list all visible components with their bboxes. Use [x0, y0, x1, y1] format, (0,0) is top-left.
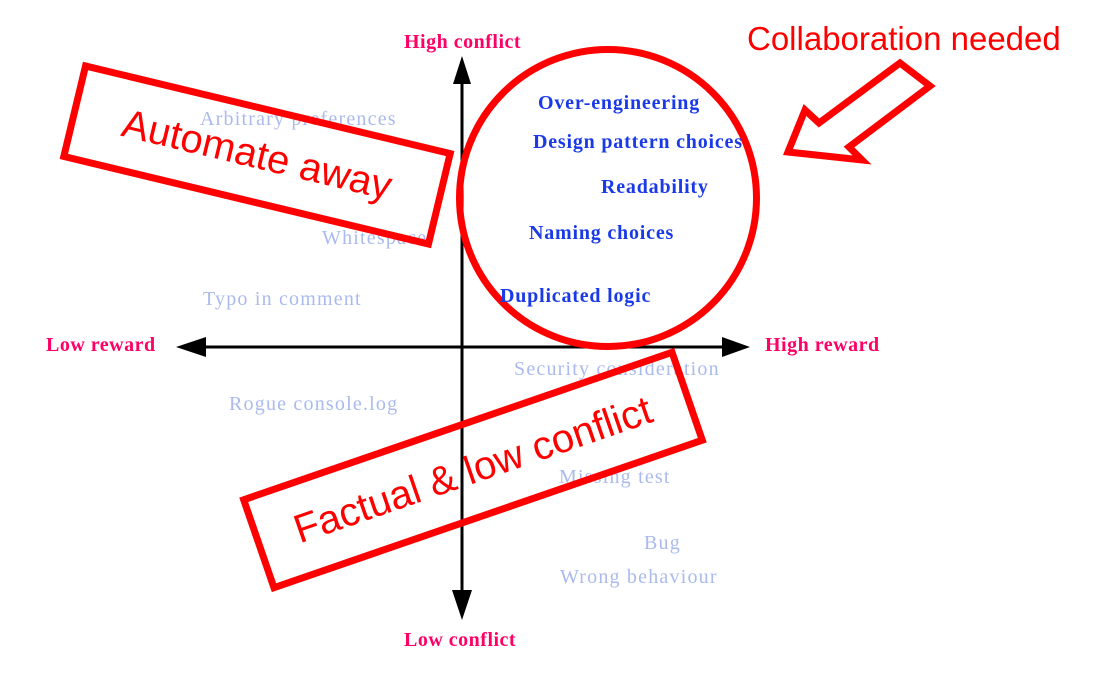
item-naming-choices: Naming choices	[529, 222, 675, 244]
item-typo-in-comment: Typo in comment	[203, 288, 362, 310]
item-duplicated-logic: Duplicated logic	[500, 285, 652, 307]
axis-label-low-conflict: Low conflict	[404, 629, 517, 651]
item-wrong-behaviour: Wrong behaviour	[560, 566, 718, 588]
banner-automate-away: Automate away	[59, 61, 455, 249]
callout-heading-collaboration-needed: Collaboration needed	[747, 20, 1061, 57]
axis-label-high-reward: High reward	[765, 334, 880, 356]
axis-label-low-reward: Low reward	[46, 334, 156, 356]
callout-arrow-icon	[783, 58, 936, 165]
item-rogue-console-log: Rogue console.log	[229, 393, 399, 415]
item-design-pattern-choices: Design pattern choices	[533, 131, 743, 153]
item-readability: Readability	[601, 176, 709, 198]
item-bug: Bug	[644, 532, 681, 554]
quadrant-diagram-canvas: High conflict Low conflict Low reward Hi…	[0, 0, 1110, 677]
axis-label-high-conflict: High conflict	[404, 31, 522, 53]
item-over-engineering: Over-engineering	[538, 92, 701, 114]
